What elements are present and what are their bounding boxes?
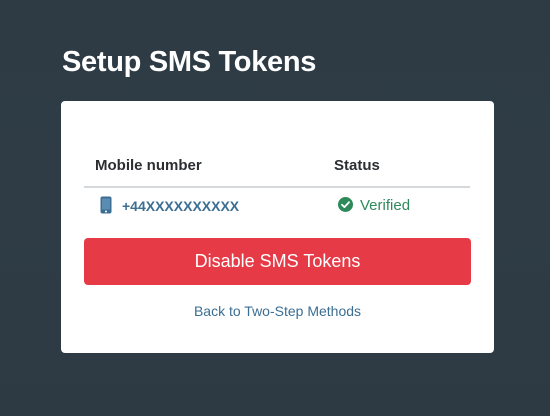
table-header: Mobile number Status bbox=[84, 156, 470, 188]
table-row: +44XXXXXXXXXX Verified bbox=[84, 195, 470, 219]
mobile-phone-icon bbox=[100, 196, 112, 214]
check-circle-icon bbox=[338, 197, 353, 212]
column-header-mobile-number: Mobile number bbox=[95, 157, 202, 174]
column-header-status: Status bbox=[334, 157, 380, 174]
status-badge: Verified bbox=[360, 197, 411, 214]
sms-tokens-card: Mobile number Status +44XXXXXXXXXX Verif… bbox=[61, 101, 494, 353]
disable-sms-tokens-button[interactable]: Disable SMS Tokens bbox=[84, 238, 471, 285]
back-to-two-step-methods-link[interactable]: Back to Two-Step Methods bbox=[61, 302, 494, 320]
page-title: Setup SMS Tokens bbox=[62, 46, 317, 78]
mobile-number-value: +44XXXXXXXXXX bbox=[122, 198, 240, 214]
